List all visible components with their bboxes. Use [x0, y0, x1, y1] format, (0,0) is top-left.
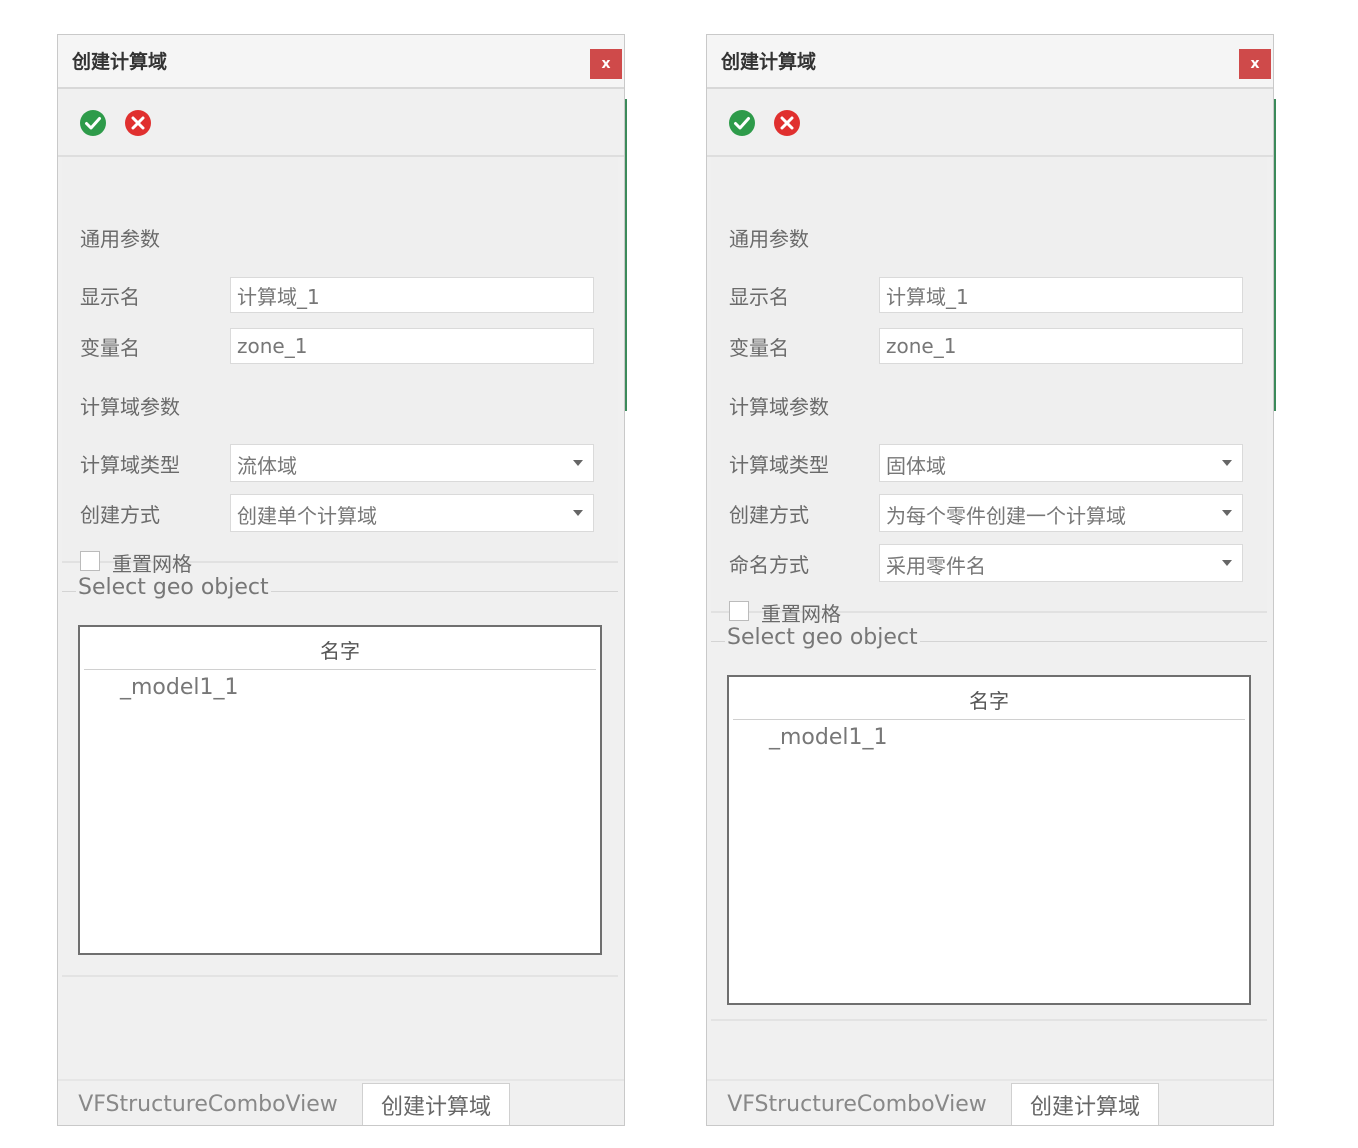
- select-geo-group: Select geo object 名字 _model1_1: [711, 625, 1267, 1023]
- variable-name-input[interactable]: [879, 328, 1243, 364]
- general-params-heading: 通用参数: [729, 227, 809, 251]
- general-params-heading: 通用参数: [80, 227, 160, 251]
- variable-name-input[interactable]: [230, 328, 594, 364]
- geo-group-title: Select geo object: [76, 575, 271, 600]
- close-button[interactable]: x: [590, 49, 622, 79]
- naming-mode-select[interactable]: 采用零件名: [879, 544, 1243, 582]
- action-toolbar: [707, 89, 1273, 157]
- x-circle-icon[interactable]: [124, 109, 152, 137]
- geo-object-tree[interactable]: 名字 _model1_1: [78, 625, 602, 955]
- tree-item[interactable]: _model1_1: [769, 725, 888, 750]
- domain-type-label: 计算域类型: [80, 453, 180, 477]
- tab-structure-combo-view[interactable]: VFStructureComboView: [707, 1083, 1007, 1125]
- panel-edge: [1274, 99, 1276, 411]
- tab-create-domain[interactable]: 创建计算域: [362, 1083, 510, 1125]
- create-domain-dialog-solid: 创建计算域 x 通用参数 显示名 变量名 计算域参数 计算域类型 固体域 创建方…: [706, 34, 1276, 1126]
- checkbox-box[interactable]: [80, 551, 100, 571]
- naming-mode-label: 命名方式: [729, 553, 809, 577]
- tab-bar: VFStructureComboView 创建计算域: [707, 1079, 1273, 1125]
- parameters-panel: 通用参数 显示名 变量名 计算域参数 计算域类型 固体域 创建方式 为每个零件创…: [711, 157, 1267, 626]
- chevron-down-icon: [1222, 560, 1232, 566]
- creation-mode-value: 为每个零件创建一个计算域: [886, 504, 1126, 528]
- close-button[interactable]: x: [1239, 49, 1271, 79]
- action-toolbar: [58, 89, 624, 157]
- display-name-label: 显示名: [729, 285, 789, 309]
- tab-create-domain[interactable]: 创建计算域: [1011, 1083, 1159, 1125]
- domain-params-heading: 计算域参数: [729, 395, 829, 419]
- creation-mode-value: 创建单个计算域: [237, 504, 377, 528]
- tree-column-header[interactable]: 名字: [733, 679, 1245, 720]
- chevron-down-icon: [1222, 460, 1232, 466]
- chevron-down-icon: [573, 460, 583, 466]
- geo-object-tree[interactable]: 名字 _model1_1: [727, 675, 1251, 1005]
- domain-type-value: 流体域: [237, 454, 297, 478]
- tree-column-header[interactable]: 名字: [84, 629, 596, 670]
- creation-mode-label: 创建方式: [729, 503, 809, 527]
- domain-type-value: 固体域: [886, 454, 946, 478]
- chevron-down-icon: [1222, 510, 1232, 516]
- variable-name-label: 变量名: [80, 336, 140, 360]
- checkbox-box[interactable]: [729, 601, 749, 621]
- domain-type-label: 计算域类型: [729, 453, 829, 477]
- check-circle-icon[interactable]: [79, 109, 107, 137]
- dialog-title: 创建计算域: [72, 51, 168, 73]
- display-name-input[interactable]: [879, 277, 1243, 313]
- chevron-down-icon: [573, 510, 583, 516]
- display-name-label: 显示名: [80, 285, 140, 309]
- creation-mode-select[interactable]: 创建单个计算域: [230, 494, 594, 532]
- domain-params-heading: 计算域参数: [80, 395, 180, 419]
- remesh-label: 重置网格: [761, 602, 841, 626]
- creation-mode-select[interactable]: 为每个零件创建一个计算域: [879, 494, 1243, 532]
- title-bar[interactable]: 创建计算域 x: [58, 35, 624, 89]
- check-circle-icon[interactable]: [728, 109, 756, 137]
- dialog-title: 创建计算域: [721, 51, 817, 73]
- tab-structure-combo-view[interactable]: VFStructureComboView: [58, 1083, 358, 1125]
- title-bar[interactable]: 创建计算域 x: [707, 35, 1273, 89]
- select-geo-group: Select geo object 名字 _model1_1: [62, 575, 618, 973]
- creation-mode-label: 创建方式: [80, 503, 160, 527]
- x-circle-icon[interactable]: [773, 109, 801, 137]
- variable-name-label: 变量名: [729, 336, 789, 360]
- geo-group-title: Select geo object: [725, 625, 920, 650]
- tree-item[interactable]: _model1_1: [120, 675, 239, 700]
- panel-edge: [625, 99, 627, 411]
- naming-mode-value: 采用零件名: [886, 554, 986, 578]
- domain-type-select[interactable]: 固体域: [879, 444, 1243, 482]
- create-domain-dialog-fluid: 创建计算域 x 通用参数 显示名 变量名 计算域参数 计算域类型 流体域 创建方…: [57, 34, 627, 1126]
- remesh-label: 重置网格: [112, 552, 192, 576]
- parameters-panel: 通用参数 显示名 变量名 计算域参数 计算域类型 流体域 创建方式 创建单个计算…: [62, 157, 618, 576]
- domain-type-select[interactable]: 流体域: [230, 444, 594, 482]
- tab-bar: VFStructureComboView 创建计算域: [58, 1079, 624, 1125]
- display-name-input[interactable]: [230, 277, 594, 313]
